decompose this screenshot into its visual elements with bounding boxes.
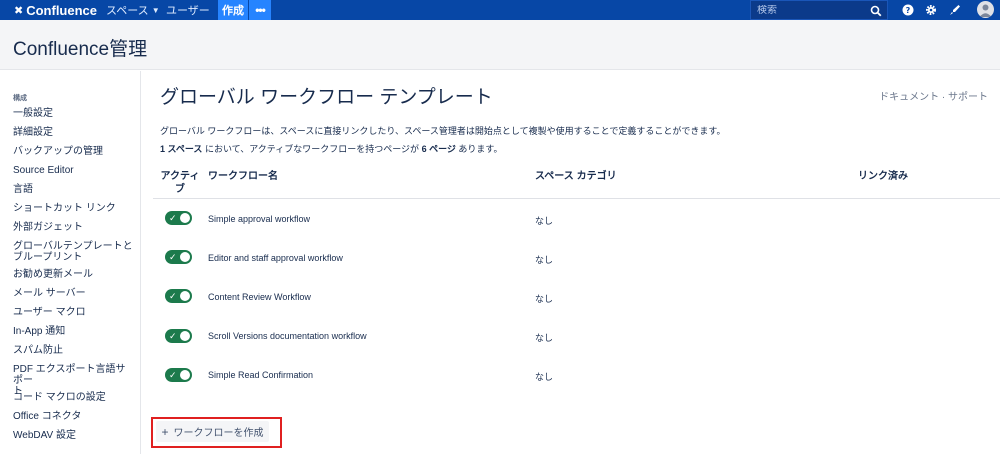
column-header-linked: リンク済み (858, 171, 908, 182)
confluence-logo-icon: ✖ (14, 4, 24, 17)
active-toggle[interactable]: ✓ (165, 368, 192, 382)
active-toggle[interactable]: ✓ (165, 289, 192, 303)
spaces-label: スペース (106, 5, 149, 17)
workflow-name[interactable]: Simple Read Confirmation (208, 370, 313, 380)
active-toggle[interactable]: ✓ (165, 211, 192, 225)
sidebar-item-recommended-updates[interactable]: お勧め更新メール (13, 269, 133, 280)
check-icon: ✓ (169, 252, 177, 262)
documentation-support-links[interactable]: ドキュメント · サポート (879, 88, 988, 103)
highlight-box (151, 417, 282, 448)
sidebar-item-spam-prevention[interactable]: スパム防止 (13, 345, 133, 356)
sidebar-item-office-connector[interactable]: Office コネクタ (13, 411, 133, 422)
sidebar-item-general-settings[interactable]: 一般設定 (13, 108, 133, 119)
description-text: グローバル ワークフローは、スペースに直接リンクしたり、スペース管理者は開始点と… (160, 126, 726, 136)
confluence-logo[interactable]: ✖ Confluence (14, 1, 97, 19)
top-navigation: ✖ Confluence スペース ▼ ユーザー 作成 ••• ? (0, 0, 1000, 20)
page-header: Confluence管理 (0, 20, 1000, 70)
sidebar-item-advanced-settings[interactable]: 詳細設定 (13, 127, 133, 138)
gear-icon[interactable] (924, 3, 938, 17)
logo-text: Confluence (26, 2, 98, 18)
space-count: 1 スペース (160, 144, 203, 154)
users-link[interactable]: ユーザー (166, 0, 210, 20)
sidebar-item-mail-servers[interactable]: メール サーバー (13, 288, 133, 299)
chevron-down-icon: ▼ (151, 5, 160, 15)
check-icon: ✓ (169, 331, 177, 341)
create-button[interactable]: 作成 (218, 0, 248, 20)
page-count: 6 ページ (421, 144, 456, 154)
sidebar-heading: 構成 (13, 95, 27, 102)
summary-text-1: において、アクティブなワークフローを持つページが (202, 144, 422, 154)
toggle-knob (180, 291, 190, 301)
summary-text: 1 スペース において、アクティブなワークフローを持つページが 6 ページ あり… (160, 142, 503, 155)
workflow-name[interactable]: Simple approval workflow (208, 214, 310, 224)
spaces-menu[interactable]: スペース ▼ (106, 0, 160, 20)
column-header-workflow-name: ワークフロー名 (208, 171, 278, 182)
sidebar-item-global-templates[interactable]: グローバルテンプレートと ブループリント (13, 241, 133, 263)
search-box[interactable] (750, 0, 888, 20)
avatar[interactable] (977, 1, 994, 18)
sidebar-item-shortcut-links[interactable]: ショートカット リンク (13, 203, 133, 214)
sidebar-item-in-app-notifications[interactable]: In-App 通知 (13, 326, 133, 337)
users-label: ユーザー (166, 5, 210, 17)
search-input[interactable] (757, 4, 867, 16)
check-icon: ✓ (169, 213, 177, 223)
workflow-name[interactable]: Editor and staff approval workflow (208, 253, 343, 263)
more-button[interactable]: ••• (249, 0, 271, 20)
toggle-knob (180, 370, 190, 380)
sidebar-item-webdav[interactable]: WebDAV 設定 (13, 430, 133, 441)
space-category: なし (535, 255, 554, 265)
column-header-active: アクティ ブ (160, 171, 200, 195)
table-header-divider (153, 198, 1000, 199)
svg-text:?: ? (906, 6, 911, 15)
workflow-name[interactable]: Scroll Versions documentation workflow (208, 331, 367, 341)
section-title: グローバル ワークフロー テンプレート (160, 87, 493, 108)
sidebar-item-user-macros[interactable]: ユーザー マクロ (13, 307, 133, 318)
toggle-knob (180, 331, 190, 341)
sidebar-item-language[interactable]: 言語 (13, 184, 133, 195)
sidebar-item-code-macro[interactable]: コード マクロの設定 (13, 392, 133, 403)
summary-text-2: あります。 (455, 144, 503, 154)
sidebar-item-backup[interactable]: バックアップの管理 (13, 146, 133, 157)
page-title: Confluence管理 (13, 39, 148, 60)
active-toggle[interactable]: ✓ (165, 250, 192, 264)
check-icon: ✓ (169, 370, 177, 380)
notification-icon[interactable] (948, 3, 962, 17)
sidebar: 構成 一般設定 詳細設定 バックアップの管理 Source Editor 言語 … (0, 71, 141, 454)
space-category: なし (535, 294, 554, 304)
active-toggle[interactable]: ✓ (165, 329, 192, 343)
space-category: なし (535, 333, 554, 343)
space-category: なし (535, 216, 554, 226)
help-icon[interactable]: ? (901, 3, 915, 17)
workflow-name[interactable]: Content Review Workflow (208, 292, 311, 302)
sidebar-item-source-editor[interactable]: Source Editor (13, 165, 133, 176)
toggle-knob (180, 252, 190, 262)
check-icon: ✓ (169, 291, 177, 301)
space-category: なし (535, 372, 554, 382)
column-header-space-category: スペース カテゴリ (535, 171, 617, 182)
toggle-knob (180, 213, 190, 223)
sidebar-item-external-gadgets[interactable]: 外部ガジェット (13, 222, 133, 233)
